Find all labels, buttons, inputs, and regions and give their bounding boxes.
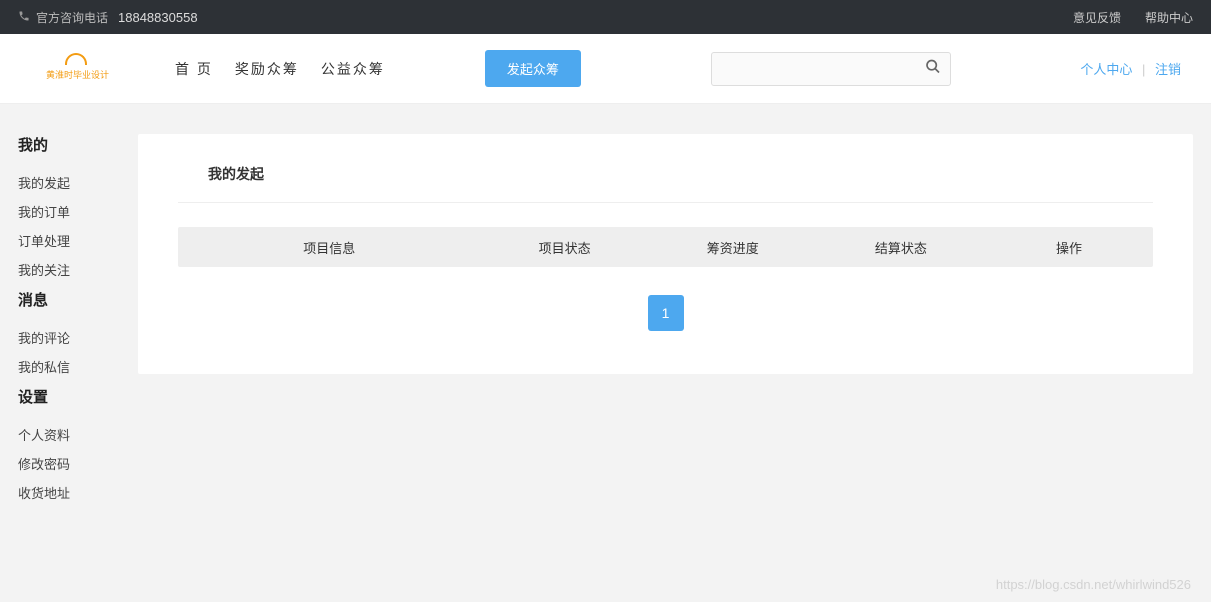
sidebar: 我的 我的发起 我的订单 订单处理 我的关注 消息 我的评论 我的私信 设置 个… (18, 134, 118, 512)
side-title-msg: 消息 (18, 289, 118, 310)
th-settle: 结算状态 (817, 238, 985, 257)
search-wrap (711, 52, 951, 86)
side-list-setting: 个人资料 修改密码 收货地址 (18, 425, 118, 502)
launch-button[interactable]: 发起众筹 (485, 50, 581, 87)
page-title: 我的发起 (178, 164, 1153, 203)
main-panel: 我的发起 项目信息 项目状态 筹资进度 结算状态 操作 1 (138, 134, 1193, 374)
th-progress: 筹资进度 (649, 238, 817, 257)
page-1-button[interactable]: 1 (648, 295, 684, 331)
user-links: 个人中心 | 注销 (1080, 59, 1181, 78)
search-icon[interactable] (925, 58, 941, 79)
separator: | (1142, 62, 1145, 77)
main-nav: 首 页 奖励众筹 公益众筹 (175, 59, 385, 79)
sidebar-item-order-process[interactable]: 订单处理 (18, 234, 70, 249)
search-input[interactable] (711, 52, 951, 86)
sidebar-item-address[interactable]: 收货地址 (18, 486, 70, 501)
nav-home[interactable]: 首 页 (175, 59, 213, 79)
nav-reward[interactable]: 奖励众筹 (235, 59, 299, 79)
sidebar-item-my-launch[interactable]: 我的发起 (18, 176, 70, 191)
th-status: 项目状态 (481, 238, 649, 257)
pagination: 1 (178, 295, 1153, 331)
th-info: 项目信息 (178, 238, 481, 257)
topbar: 官方咨询电话 18848830558 意见反馈 帮助中心 (0, 0, 1211, 34)
user-center-link[interactable]: 个人中心 (1080, 62, 1132, 77)
header: 黄淮时毕业设计 首 页 奖励众筹 公益众筹 发起众筹 个人中心 | 注销 (0, 34, 1211, 104)
sidebar-item-password[interactable]: 修改密码 (18, 457, 70, 472)
table-header: 项目信息 项目状态 筹资进度 结算状态 操作 (178, 227, 1153, 267)
topbar-right: 意见反馈 帮助中心 (1073, 9, 1193, 26)
topbar-left: 官方咨询电话 18848830558 (18, 9, 198, 26)
sidebar-item-profile[interactable]: 个人资料 (18, 428, 70, 443)
nav-charity[interactable]: 公益众筹 (321, 59, 385, 79)
sidebar-item-my-follow[interactable]: 我的关注 (18, 263, 70, 278)
help-link[interactable]: 帮助中心 (1145, 9, 1193, 26)
th-action: 操作 (985, 238, 1153, 257)
logo-text: 黄淮时毕业设计 (35, 68, 120, 81)
phone-icon (18, 10, 30, 25)
side-title-setting: 设置 (18, 386, 118, 407)
sidebar-item-my-order[interactable]: 我的订单 (18, 205, 70, 220)
logout-link[interactable]: 注销 (1155, 62, 1181, 77)
watermark: https://blog.csdn.net/whirlwind526 (996, 577, 1191, 592)
feedback-link[interactable]: 意见反馈 (1073, 9, 1121, 26)
sidebar-item-my-message[interactable]: 我的私信 (18, 360, 70, 375)
side-list-my: 我的发起 我的订单 订单处理 我的关注 (18, 173, 118, 279)
side-title-my: 我的 (18, 134, 118, 155)
phone-label: 官方咨询电话 (36, 9, 108, 26)
logo[interactable]: 黄淮时毕业设计 (30, 54, 125, 84)
sidebar-item-my-comment[interactable]: 我的评论 (18, 331, 70, 346)
phone-number: 18848830558 (118, 10, 198, 25)
side-list-msg: 我的评论 我的私信 (18, 328, 118, 376)
container: 我的 我的发起 我的订单 订单处理 我的关注 消息 我的评论 我的私信 设置 个… (0, 104, 1211, 542)
